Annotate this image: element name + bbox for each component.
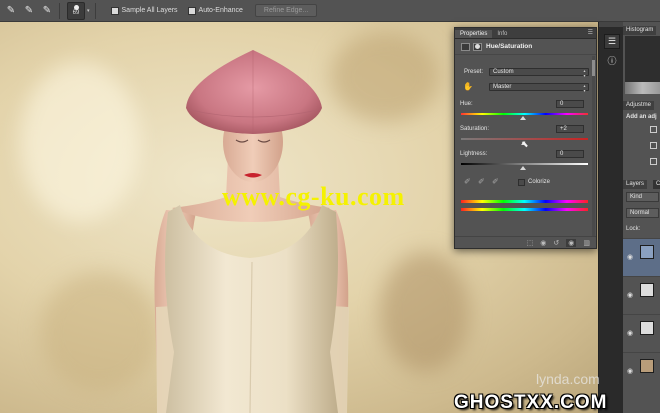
eyedropper-minus-icon[interactable]: ✐ — [492, 177, 499, 186]
options-bar: ✎ ✎ ✎ 69 ▾ Sample All Layers Auto-Enhanc… — [0, 0, 660, 22]
layer-visibility-eye-icon[interactable]: ◉ — [627, 329, 633, 337]
layer-visibility-eye-icon[interactable]: ◉ — [627, 367, 633, 375]
output-color-ramp — [461, 208, 588, 211]
layer-thumbnail — [640, 245, 654, 259]
saturation-label: Saturation: — [460, 126, 490, 132]
layer-thumbnail — [640, 321, 654, 335]
properties-scrollbar[interactable] — [592, 56, 595, 236]
view-previous-state-icon[interactable]: ◉ — [540, 239, 546, 247]
properties-tab-bar: Properties Info ☰ — [455, 28, 596, 39]
blend-mode-select[interactable]: Normal — [626, 208, 659, 218]
saturation-value-field[interactable]: +2 — [556, 125, 584, 133]
site-watermark: www.cg-ku.com — [222, 182, 405, 211]
hue-slider-handle[interactable] — [520, 116, 526, 120]
hue-value-field[interactable]: 0 — [556, 100, 584, 108]
auto-enhance-checkbox[interactable] — [187, 6, 196, 15]
photo-filter-adjustment-icon[interactable] — [650, 158, 657, 165]
tab-adjustments[interactable]: Adjustme — [623, 101, 655, 110]
mouse-cursor-icon: ⬉ — [521, 139, 529, 149]
tab-info[interactable]: Info — [492, 30, 512, 38]
panel-menu-icon[interactable]: ☰ — [588, 29, 593, 36]
properties-panel: Properties Info ☰ Hue/Saturation Preset:… — [454, 27, 597, 249]
properties-footer: ⬚ ◉ ↺ ◉ ▥ — [455, 236, 596, 248]
add-adjustment-label: Add an adj — [626, 114, 657, 120]
lightness-label: Lightness: — [460, 151, 488, 157]
layer-thumbnail — [640, 283, 654, 297]
info-panel-icon[interactable]: ⓘ — [604, 53, 620, 68]
brush-dropdown-chevron-icon[interactable]: ▾ — [87, 8, 90, 14]
panel-dock-strip: ☰ ⓘ — [598, 22, 623, 413]
preset-row: Preset: Custom — [461, 68, 590, 78]
properties-header: Hue/Saturation — [455, 39, 596, 55]
levels-adjustment-icon[interactable] — [650, 142, 657, 149]
channel-row: ✋ Master — [461, 82, 590, 93]
add-to-selection-icon[interactable]: ✎ — [22, 4, 36, 18]
hue-slider-track[interactable] — [461, 113, 588, 115]
lightness-slider-track[interactable] — [461, 163, 588, 165]
toggle-visibility-icon[interactable]: ◉ — [566, 238, 577, 247]
brush-size-value: 69 — [72, 9, 80, 16]
colorize-checkbox[interactable] — [518, 179, 525, 186]
tab-layers[interactable]: Layers — [623, 180, 648, 189]
layer-visibility-eye-icon[interactable]: ◉ — [627, 291, 633, 299]
photoshop-window: ✎ ✎ ✎ 69 ▾ Sample All Layers Auto-Enhanc… — [0, 0, 660, 413]
tab-properties[interactable]: Properties — [455, 30, 493, 38]
layer-row-background[interactable]: ◉ — [623, 352, 660, 390]
layer-mask-icon[interactable] — [473, 42, 482, 51]
brightness-adjustment-icon[interactable] — [650, 126, 657, 133]
lightness-value-field[interactable]: 0 — [556, 150, 584, 158]
dock-header — [599, 22, 623, 27]
divider — [94, 2, 96, 19]
ghostxx-watermark: GHOSTXX.COM — [454, 392, 608, 413]
subtract-from-selection-icon[interactable]: ✎ — [40, 4, 54, 18]
brush-size-picker[interactable]: 69 — [67, 1, 85, 20]
tab-channels[interactable]: Ch — [653, 180, 660, 189]
hue-label: Hue: — [460, 101, 473, 107]
eyedropper-icon[interactable]: ✐ — [464, 177, 471, 186]
lynda-watermark: lynda.com — [536, 371, 600, 387]
eyedropper-plus-icon[interactable]: ✐ — [478, 177, 485, 186]
preset-select[interactable]: Custom — [489, 68, 589, 78]
input-color-ramp — [461, 200, 588, 203]
sample-all-layers-checkbox[interactable] — [110, 6, 119, 15]
quick-selection-icon[interactable]: ✎ — [4, 4, 18, 18]
channel-select[interactable]: Master — [489, 82, 589, 93]
adjustment-title: Hue/Saturation — [486, 43, 533, 50]
layer-row[interactable]: ◉ — [623, 276, 660, 314]
histogram-display — [625, 36, 660, 94]
refine-edge-button[interactable]: Refine Edge... — [254, 4, 318, 17]
layer-row[interactable]: ◉ — [623, 314, 660, 352]
clip-to-layer-icon[interactable]: ⬚ — [527, 239, 534, 247]
adjustment-layer-icon[interactable] — [461, 42, 470, 51]
layer-thumbnail — [640, 359, 654, 373]
lightness-slider-handle[interactable] — [520, 166, 526, 170]
targeted-adjustment-hand-icon[interactable]: ✋ — [461, 82, 483, 91]
divider — [59, 2, 60, 19]
lock-label: Lock: — [626, 226, 641, 232]
trash-icon[interactable]: ▥ — [583, 239, 590, 247]
preset-label: Preset: — [464, 69, 484, 75]
right-panel-column: Histogram Adjustme Add an adj Layers Ch … — [623, 22, 660, 413]
tab-histogram[interactable]: Histogram — [623, 26, 657, 35]
properties-panel-icon[interactable]: ☰ — [604, 34, 620, 49]
layer-row-hue-saturation[interactable]: ◉ — [623, 238, 660, 276]
colorize-label: Colorize — [528, 179, 551, 185]
sample-all-layers-label: Sample All Layers — [121, 7, 178, 14]
reset-icon[interactable]: ↺ — [553, 239, 559, 247]
auto-enhance-label: Auto-Enhance — [198, 7, 243, 14]
layers-panel: Layers Ch Kind Normal Lock: ◉ ◉ ◉ ◉ — [623, 180, 660, 413]
layer-visibility-eye-icon[interactable]: ◉ — [627, 253, 633, 261]
filter-kind-select[interactable]: Kind — [626, 192, 659, 202]
